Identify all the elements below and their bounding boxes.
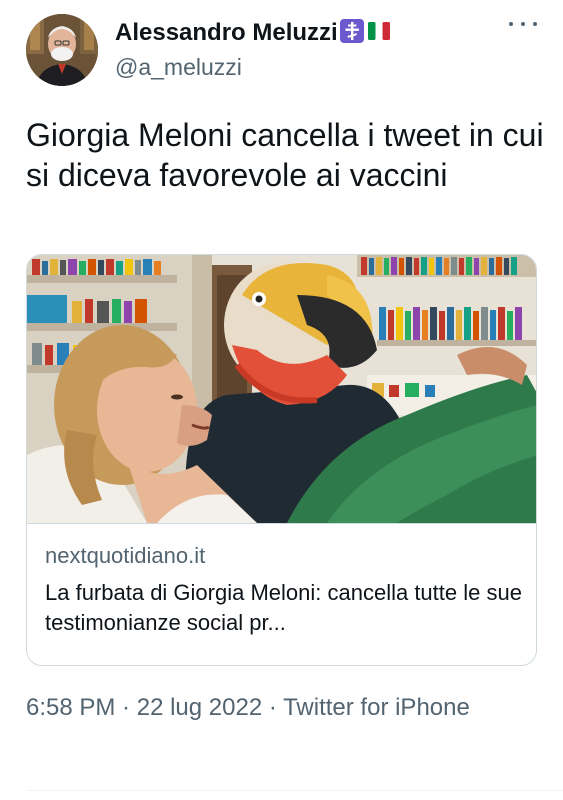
tweet-meta: 6:58 PM · 22 lug 2022 · Twitter for iPho… <box>26 690 546 726</box>
tweet-time[interactable]: 6:58 PM <box>26 694 115 721</box>
card-image[interactable] <box>27 255 536 523</box>
tweet-text: Giorgia Meloni cancella i tweet in cui s… <box>26 117 544 193</box>
more-dot <box>509 22 513 26</box>
meta-separator: · <box>262 694 284 721</box>
link-card[interactable]: nextquotidiano.it La furbata di Giorgia … <box>26 254 537 666</box>
orthodox-cross-icon <box>339 19 364 43</box>
more-dot <box>521 22 525 26</box>
tweet: Alessandro Meluzzi @a_meluzzi Giorgia Me… <box>0 0 563 800</box>
author-handle[interactable]: @a_meluzzi <box>115 53 242 81</box>
display-name-text: Alessandro Meluzzi <box>115 19 338 46</box>
name-badges <box>339 19 392 51</box>
author-display-name[interactable]: Alessandro Meluzzi <box>115 18 392 51</box>
divider <box>26 790 563 791</box>
avatar[interactable] <box>26 14 98 86</box>
more-icon[interactable] <box>509 14 537 34</box>
avatar-image <box>26 14 98 86</box>
more-dot <box>533 22 537 26</box>
tweet-source[interactable]: Twitter for iPhone <box>283 694 470 721</box>
card-body: nextquotidiano.it La furbata di Giorgia … <box>27 523 536 635</box>
card-domain[interactable]: nextquotidiano.it <box>45 542 205 570</box>
card-title[interactable]: La furbata di Giorgia Meloni: cancella t… <box>45 578 525 638</box>
meta-separator: · <box>115 694 137 721</box>
tweet-date[interactable]: 22 lug 2022 <box>137 694 262 721</box>
italy-flag-icon <box>367 22 390 40</box>
